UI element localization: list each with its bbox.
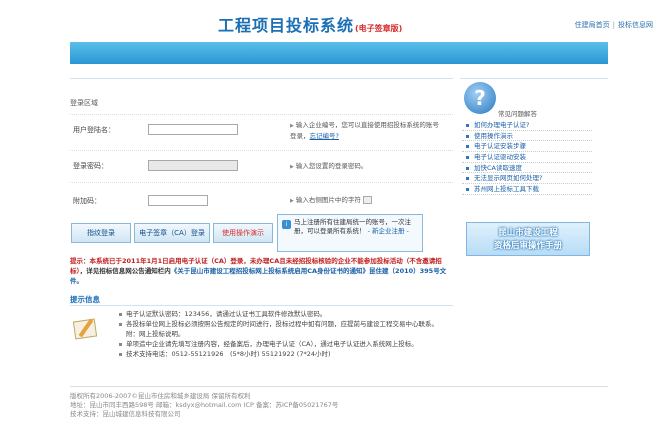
password-hint: ▶ 输入您设置的登录密码。	[290, 162, 368, 170]
info-item: 各投标单位网上投标必须按照公告规定的时间进行，投标过程中如有问题，应提前与建设工…	[118, 319, 438, 339]
divider	[70, 78, 453, 79]
ca-login-button[interactable]: 电子签章（CA）登录	[134, 223, 210, 243]
username-hint: ▶ 输入企业编号，您可以直接使用招投标系统的账号登录，忘记编号?	[290, 121, 439, 140]
divider	[70, 386, 608, 387]
faq-item[interactable]: 使用操作演示	[462, 131, 592, 142]
username-label: 用户登陆名：	[73, 126, 115, 134]
top-links: 住建局首页 | 投标信息网	[574, 21, 653, 29]
faq-list: 如何办理电子认证? 使用操作演示 电子认证安装步骤 电子认证驱动安装 加快CA读…	[462, 120, 592, 195]
manual-banner[interactable]: 昆山市建设工程 资格后审操作手册	[466, 222, 590, 256]
password-label: 登录密码：	[73, 162, 108, 170]
password-input[interactable]	[148, 160, 238, 171]
banner-line1: 昆山市建设工程	[498, 228, 558, 238]
captcha-hint: ▶ 输入右侧图片中的字符	[290, 195, 372, 206]
faq-item[interactable]: 电子认证安装步骤	[462, 141, 592, 153]
captcha-label: 附加码：	[73, 197, 101, 205]
ca-notice: 提示：本系统已于2011年1月1日启用电子认证（CA）登录，未办理CA且未经招投…	[70, 256, 453, 286]
info-item: 电子认证默认密码：123456，请通过认证书工具软件修改默认密码。	[118, 309, 438, 319]
header: 工程项目投标系统(电子签章版) 住建局首页 | 投标信息网	[0, 0, 665, 40]
link-bid-info[interactable]: 投标信息网	[618, 21, 653, 29]
password-row: 登录密码： ▶ 输入您设置的登录密码。	[70, 150, 453, 182]
footer-support: 技术支持：昆山城建信息科技有限公司	[70, 410, 181, 418]
captcha-row: 附加码： ▶ 输入右侧图片中的字符	[70, 182, 453, 214]
site-subtitle: (电子签章版)	[355, 24, 403, 33]
info-title: 提示信息	[70, 295, 100, 304]
footer-address: 地址：昆山市同丰西路598号 邮箱：ksdyx@hotmail.com ICP …	[70, 401, 339, 409]
faq-item[interactable]: 如何办理电子认证?	[462, 120, 592, 131]
faq-item[interactable]: 加快CA读取速度	[462, 163, 592, 174]
notepad-icon	[72, 318, 100, 340]
arrow-icon: ▶	[290, 123, 294, 129]
login-area-title: 登录区域	[70, 99, 98, 107]
arrow-icon: ▶	[290, 164, 294, 170]
faq-item[interactable]: 苏州网上投标工具下载	[462, 184, 592, 195]
register-tip: i 马上注册所有住建局统一的账号，一次注册，可以登录所有系统！ - 新企业注册 …	[277, 214, 423, 252]
link-housing-bureau[interactable]: 住建局首页	[575, 21, 610, 29]
divider	[460, 78, 608, 79]
forgot-id-link[interactable]: 忘记编号?	[310, 132, 339, 140]
fingerprint-login-button[interactable]: 指纹登录	[71, 223, 131, 243]
faq-item[interactable]: 无法显示网页如何处理?	[462, 173, 592, 185]
banner-line2: 资格后审操作手册	[493, 241, 562, 251]
site-title: 工程项目投标系统	[218, 16, 355, 35]
arrow-icon: ▶	[290, 198, 294, 204]
captcha-input[interactable]	[148, 195, 208, 206]
info-item: 单项造中企业请先填写注册内容，经备案后，办理电子认证（CA），通过电子认证进入系…	[118, 339, 438, 349]
username-input[interactable]	[148, 124, 238, 135]
faq-item[interactable]: 电子认证驱动安装	[462, 152, 592, 163]
username-row: 用户登陆名： ▶ 输入企业编号，您可以直接使用招投标系统的账号登录，忘记编号?	[70, 114, 453, 144]
demo-button[interactable]: 使用操作演示	[213, 223, 273, 243]
footer-copyright: 版权所有2006-2007©昆山市住房和城乡建设局 保留所有权利	[70, 392, 251, 400]
info-icon: i	[282, 220, 291, 229]
info-item: 技术支持电话：0512-55121926 (5*8小时) 55121922 (7…	[118, 349, 438, 359]
site-logo: 工程项目投标系统(电子签章版)	[218, 12, 402, 36]
register-link[interactable]: - 新企业注册 -	[368, 227, 409, 235]
footer: 版权所有2006-2007©昆山市住房和城乡建设局 保留所有权利 地址：昆山市同…	[70, 392, 338, 419]
captcha-image[interactable]	[362, 196, 372, 204]
help-icon: ?	[464, 82, 496, 114]
info-list: 电子认证默认密码：123456，请通过认证书工具软件修改默认密码。 各投标单位网…	[118, 309, 438, 359]
divider	[70, 305, 453, 306]
notice-part2: ，详见招标信息网公告通知栏内	[79, 267, 171, 275]
faq-title: 常见问题解答	[498, 110, 537, 118]
header-band	[70, 42, 608, 64]
